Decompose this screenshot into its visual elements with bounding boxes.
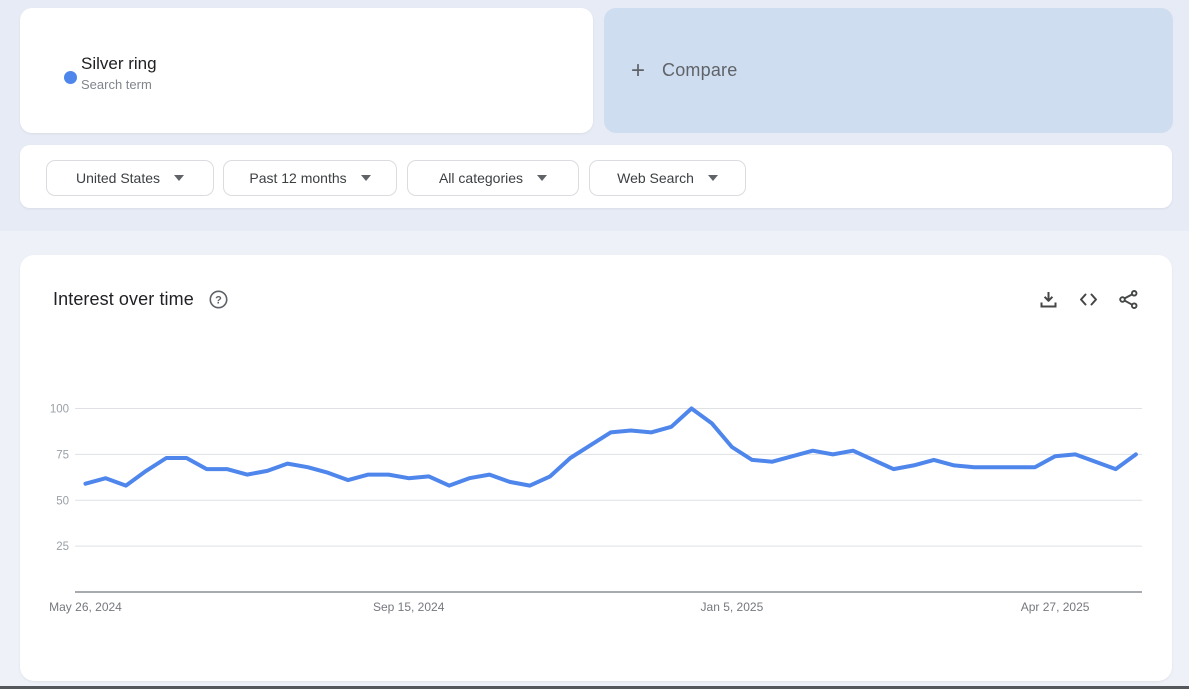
search-type-filter-dropdown[interactable]: Web Search [589, 160, 746, 196]
series-color-dot [64, 71, 77, 84]
geo-filter-dropdown[interactable]: United States [46, 160, 214, 196]
download-button[interactable] [1038, 289, 1059, 310]
filter-bar: United States Past 12 months All categor… [20, 145, 1172, 208]
chevron-down-icon [360, 175, 371, 181]
time-range-filter-label: Past 12 months [249, 170, 347, 186]
x-tick-label: Jan 5, 2025 [701, 600, 764, 614]
embed-icon [1080, 293, 1097, 306]
search-term-subtitle: Search term [81, 77, 152, 92]
svg-text:?: ? [215, 295, 222, 307]
chart-title: Interest over time [53, 289, 194, 309]
search-term-title: Silver ring [81, 54, 157, 73]
chevron-down-icon [537, 175, 548, 181]
share-button[interactable] [1118, 289, 1139, 310]
category-filter-dropdown[interactable]: All categories [407, 160, 579, 196]
compare-card[interactable]: + Compare [604, 8, 1173, 133]
y-tick-label: 25 [56, 541, 69, 553]
geo-filter-label: United States [75, 170, 161, 186]
y-tick-label: 50 [56, 495, 69, 507]
search-type-filter-label: Web Search [617, 170, 694, 186]
x-tick-label: Apr 27, 2025 [1021, 600, 1090, 614]
x-tick-label: May 26, 2024 [49, 600, 122, 614]
interest-over-time-chart[interactable]: 100 75 50 25 May 26, 2024 Sep 15, 2024 Jan 5, … [20, 255, 1172, 681]
category-filter-label: All categories [438, 170, 524, 186]
x-tick-label: Sep 15, 2024 [373, 600, 445, 614]
plus-icon: + [631, 56, 646, 84]
compare-label: Compare [662, 60, 738, 80]
time-range-filter-dropdown[interactable]: Past 12 months [223, 160, 397, 196]
chevron-down-icon [174, 175, 185, 181]
share-icon [1119, 290, 1138, 309]
chevron-down-icon [707, 175, 718, 181]
search-term-card[interactable]: Silver ring Search term [20, 8, 593, 133]
interest-over-time-card: 100 75 50 25 May 26, 2024 Sep 15, 2024 Jan 5, … [20, 255, 1172, 681]
embed-button[interactable] [1078, 289, 1099, 310]
y-tick-label: 75 [56, 449, 69, 461]
y-tick-label: 100 [50, 404, 69, 416]
download-icon [1040, 292, 1057, 308]
trend-line [83, 406, 1138, 488]
help-icon[interactable]: ? [208, 289, 229, 310]
